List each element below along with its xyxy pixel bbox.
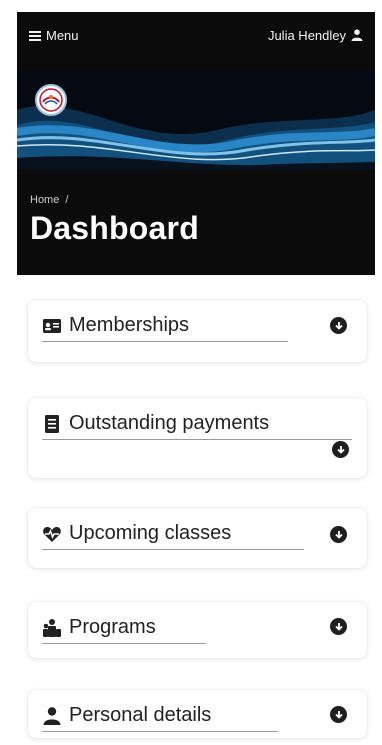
personal-details-expand-button[interactable] — [330, 706, 347, 723]
programs-header: Programs — [42, 616, 206, 644]
id-card-icon — [43, 318, 61, 333]
club-logo — [35, 84, 67, 116]
personal-details-card[interactable]: Personal details — [28, 690, 367, 738]
arrow-down-circle-icon — [334, 622, 343, 631]
personal-details-label: Personal details — [69, 704, 212, 726]
arrow-down-circle-icon — [334, 321, 343, 330]
upcoming-classes-header: Upcoming classes — [42, 522, 304, 550]
upcoming-classes-expand-button[interactable] — [330, 526, 347, 543]
programs-expand-button[interactable] — [330, 618, 347, 635]
dashboard-header: Menu Julia Hendley Home / Dashboard — [17, 12, 375, 275]
outstanding-payments-label: Outstanding payments — [69, 412, 270, 434]
user-name: Julia Hendley — [267, 27, 346, 43]
arrow-down-circle-icon — [334, 530, 343, 539]
arrow-down-circle-icon — [334, 710, 343, 719]
menu-label: Menu — [46, 27, 79, 43]
programs-label: Programs — [69, 616, 156, 638]
memberships-header: Memberships — [42, 314, 288, 342]
outstanding-payments-card[interactable]: Outstanding payments — [28, 398, 367, 478]
programs-card[interactable]: Programs — [28, 602, 367, 658]
memberships-expand-button[interactable] — [330, 317, 347, 334]
outstanding-payments-expand-button[interactable] — [332, 441, 349, 458]
page-title: Dashboard — [30, 210, 199, 246]
top-bar: Menu Julia Hendley — [17, 12, 375, 58]
people-icon — [43, 618, 61, 637]
breadcrumb: Home / — [30, 194, 68, 206]
user-icon — [43, 706, 61, 725]
upcoming-classes-label: Upcoming classes — [69, 522, 232, 544]
memberships-card[interactable]: Memberships — [28, 300, 367, 362]
arrow-down-circle-icon — [336, 445, 345, 454]
personal-details-header: Personal details — [42, 704, 278, 732]
hamburger-icon — [29, 30, 41, 41]
menu-button[interactable]: Menu — [29, 28, 79, 43]
heartbeat-icon — [43, 526, 61, 542]
logo-emblem-icon — [39, 88, 63, 112]
user-icon — [351, 29, 363, 41]
upcoming-classes-card[interactable]: Upcoming classes — [28, 508, 367, 568]
breadcrumb-separator: / — [65, 194, 69, 206]
breadcrumb-home-link[interactable]: Home — [30, 194, 59, 206]
receipt-icon — [45, 414, 59, 433]
memberships-label: Memberships — [69, 314, 190, 336]
user-menu-button[interactable]: Julia Hendley — [268, 28, 363, 43]
wave-banner — [17, 70, 375, 170]
outstanding-payments-header: Outstanding payments — [42, 412, 352, 440]
